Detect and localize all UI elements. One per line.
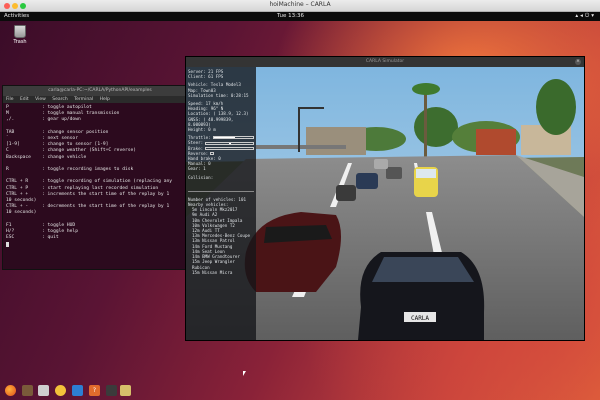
ego-vehicle (358, 252, 485, 340)
carla-window-title: CARLA Simulator × (186, 57, 584, 67)
nearby-vehicles-list: 5m Lincoln Mkz2017 9m Audi A2 10m Chevrole… (188, 207, 254, 275)
writer-icon[interactable] (72, 385, 83, 396)
terminal-desc: : change vehicle (42, 154, 87, 160)
files-icon[interactable] (38, 385, 49, 396)
mac-window-titlebar: hoiMachine – CARLA (0, 0, 600, 12)
terminal-cursor (6, 242, 9, 248)
carla-window[interactable]: CARLA Simulator × CARLA Server: 21 FPS C… (185, 56, 585, 341)
terminal-desc: : decrements the start time of the repla… (42, 204, 170, 210)
hud-sim-time: Simulation time: 0:28:15 (188, 92, 249, 98)
terminal-title: carla@carla-PC:~/CARLA/PythonAPI/example… (3, 86, 197, 96)
terminal-window[interactable]: carla@carla-PC:~/CARLA/PythonAPI/example… (2, 85, 198, 270)
terminal-desc: : next sensor (42, 136, 78, 142)
chevron-down-icon: ▾ (591, 13, 596, 19)
terminal-key: 10 seconds) (6, 210, 37, 216)
terminal-desc: : toggle manual transmission (42, 111, 120, 117)
terminal-menubar: File Edit View Search Terminal Help (3, 96, 197, 103)
activities-button[interactable]: Activities (4, 13, 29, 19)
terminal-desc: : toggle autopilot (42, 105, 92, 110)
terminal-key: ,/. (6, 117, 15, 123)
files-icon[interactable] (22, 385, 33, 396)
amazon-icon[interactable] (106, 385, 117, 396)
terminal-desc: : increments the start time of the repla… (42, 191, 170, 197)
menu-help[interactable]: Help (100, 97, 110, 102)
terminal-desc: : toggle recording of simulation (replac… (42, 179, 172, 185)
trash-desktop-icon[interactable]: Trash (8, 25, 32, 45)
menu-edit[interactable]: Edit (20, 97, 29, 102)
reverse-checkbox (210, 151, 215, 155)
terminal-desc: : quit (42, 235, 59, 241)
throttle-fill (213, 137, 236, 139)
brake-bar (205, 146, 254, 150)
ubuntu-desktop: Activities Tue 13:36 ▴◂⏻▾ Trash carla@ca… (0, 12, 600, 400)
steer-indicator (229, 142, 232, 144)
close-icon[interactable]: × (575, 59, 581, 65)
terminal-key: Backspace (6, 154, 31, 160)
nearby-vehicle-item: 15m Jeep Wrangler Rubicon (192, 259, 235, 270)
trash-icon (14, 25, 26, 38)
throttle-bar (212, 136, 254, 140)
collision-graph (188, 180, 254, 192)
menu-terminal[interactable]: Terminal (74, 97, 93, 102)
carla-title-text: CARLA Simulator (365, 59, 405, 64)
terminal-icon[interactable] (120, 385, 131, 396)
mouse-cursor (243, 371, 246, 376)
terminal-desc: : gear up/down (42, 117, 81, 123)
rhythmbox-icon[interactable] (55, 385, 66, 396)
terminal-desc: : start replaying last recorded simulati… (42, 185, 159, 191)
system-tray[interactable]: ▴◂⏻▾ (575, 13, 596, 20)
menu-view[interactable]: View (35, 97, 46, 102)
license-plate: CARLA (411, 315, 429, 322)
gnome-topbar: Activities Tue 13:36 ▴◂⏻▾ (0, 12, 600, 21)
menu-search[interactable]: Search (52, 97, 67, 102)
nearby-vehicle-item: 15m Nissan Micra (192, 269, 233, 275)
terminal-key: ESC (6, 235, 15, 241)
terminal-desc: : toggle help (42, 229, 78, 235)
terminal-output[interactable]: P: toggle autopilot M: toggle manual tran… (3, 103, 197, 269)
terminal-line: ESC : quit (6, 235, 194, 241)
mac-window-title: hoiMachine – CARLA (269, 1, 331, 8)
terminal-desc: : toggle HUD (42, 222, 76, 228)
hud-location: Location: ( 138.9, 12.3) (188, 111, 249, 117)
clock[interactable]: Tue 13:36 (277, 13, 304, 19)
terminal-desc: : change sensor position (42, 129, 109, 135)
help-icon[interactable]: ? (89, 385, 100, 396)
terminal-desc: : change weather (Shift+C reverse) (42, 148, 137, 154)
trash-label: Trash (13, 39, 27, 45)
steer-bar (205, 141, 254, 145)
terminal-key: R (6, 167, 9, 173)
terminal-desc: : toggle recording images to disk (42, 167, 134, 173)
menu-file[interactable]: File (6, 97, 14, 102)
firefox-icon[interactable] (5, 385, 16, 396)
terminal-desc: : change to sensor [1-9] (42, 142, 109, 148)
hud-panel: Server: 21 FPS Client: 61 FPS Vehicle: T… (186, 67, 256, 340)
hud-gnss: GNSS: ( 48.999839, 8.000093) (188, 116, 234, 127)
dock: ? (0, 382, 600, 400)
